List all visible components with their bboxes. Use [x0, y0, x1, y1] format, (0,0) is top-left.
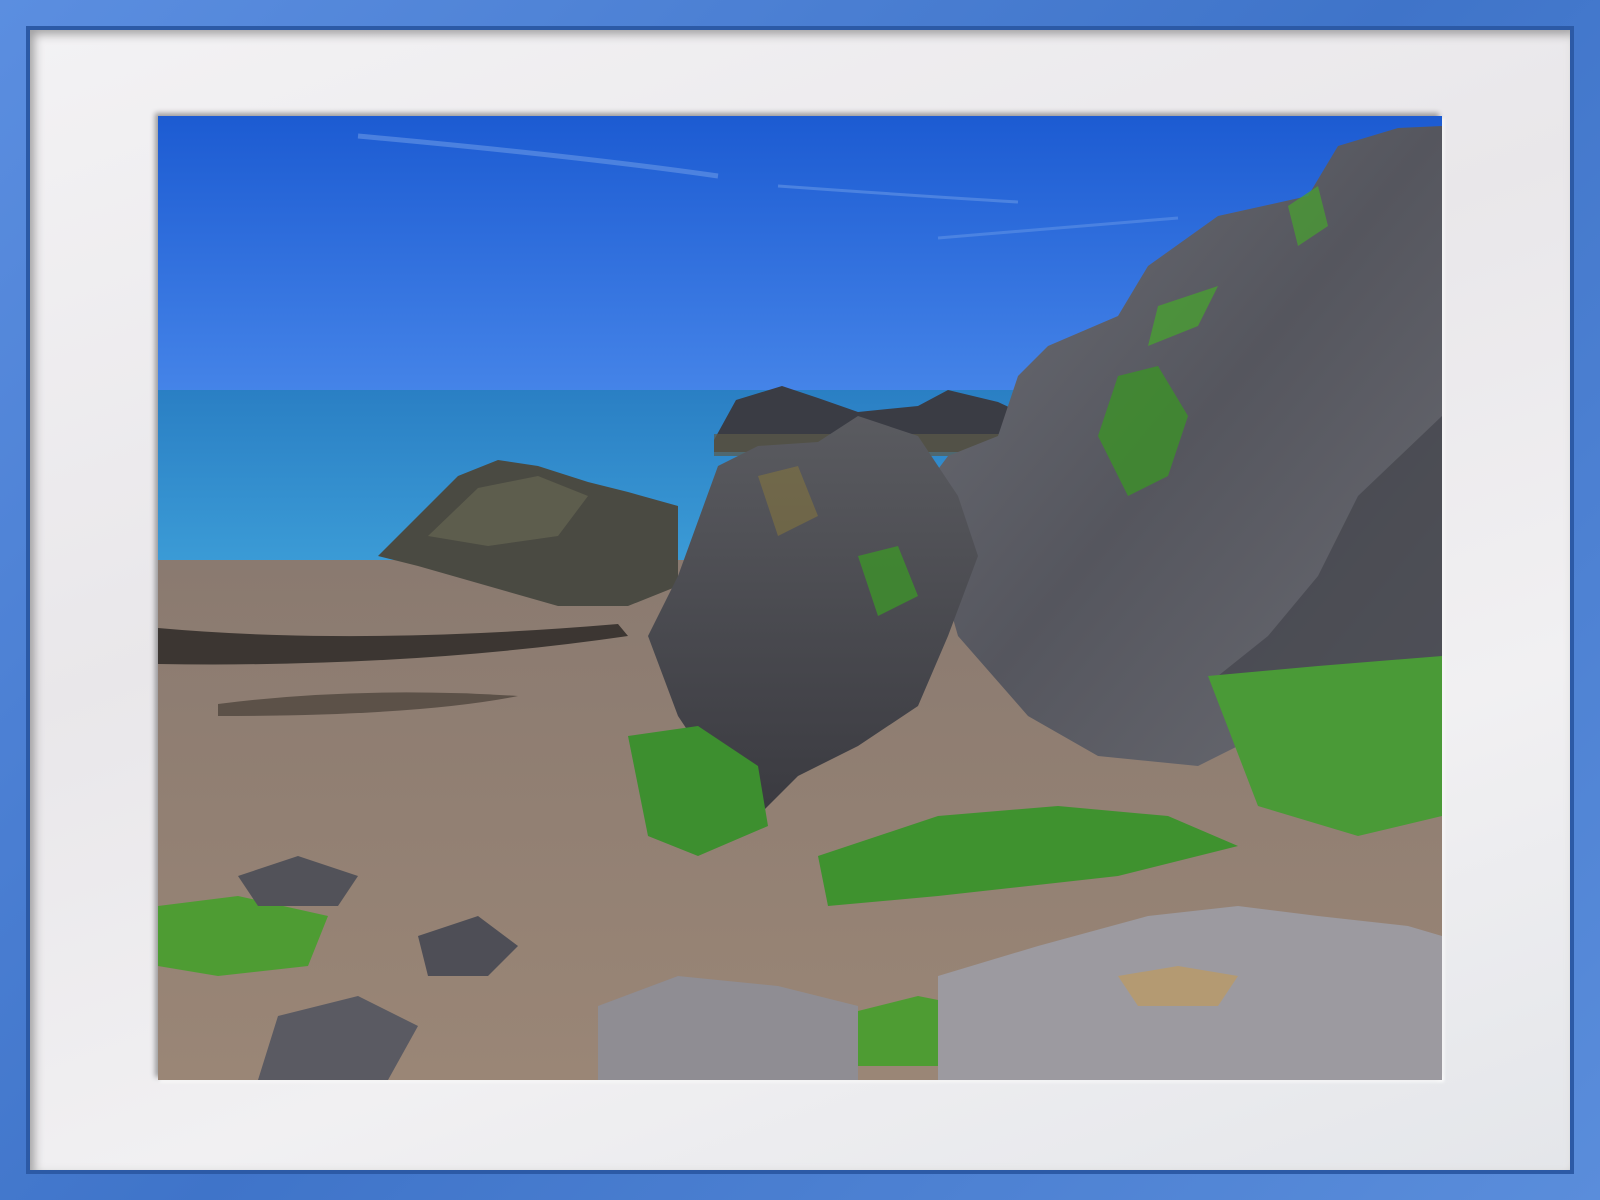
photograph — [158, 116, 1442, 1080]
picture-frame — [0, 0, 1600, 1200]
photo-scene — [158, 116, 1442, 1080]
